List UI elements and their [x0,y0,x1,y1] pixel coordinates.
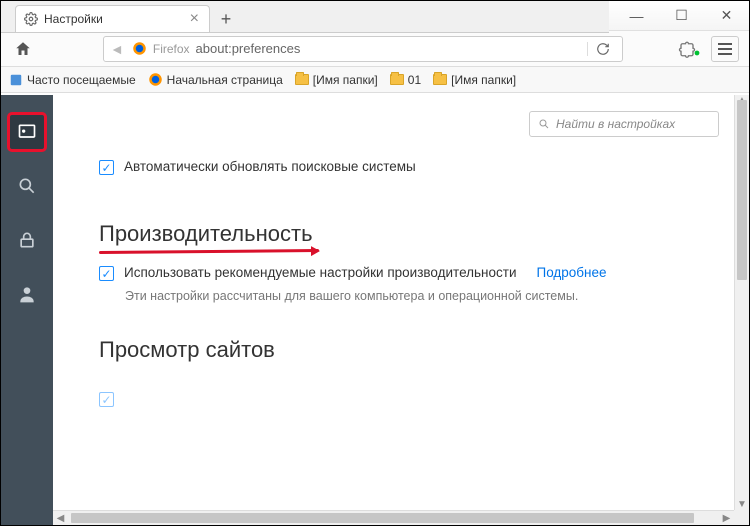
search-placeholder: Найти в настройках [556,117,675,131]
maximize-button[interactable]: ☐ [659,1,704,30]
annotation-underline [99,249,319,254]
auto-update-engines-checkbox[interactable]: ✓ [99,160,114,175]
content-area: Найти в настройках ✓ Автоматически обнов… [1,95,749,525]
back-icon[interactable]: ◄ [108,41,126,57]
tab-close-icon[interactable]: × [188,10,201,28]
reload-button[interactable] [587,42,618,56]
folder-icon [295,74,309,85]
folder-icon [433,74,447,85]
minimize-button[interactable]: — [614,1,659,30]
preferences-main: Найти в настройках ✓ Автоматически обнов… [53,95,749,525]
sidebar-item-general[interactable] [10,115,44,149]
auto-update-engines-row: ✓ Автоматически обновлять поисковые сист… [99,159,719,175]
preferences-search-input[interactable]: Найти в настройках [529,111,719,137]
home-button[interactable] [11,37,35,61]
browsing-heading: Просмотр сайтов [99,337,275,363]
horizontal-scroll-thumb[interactable] [71,513,694,523]
url-text: about:preferences [196,41,581,56]
url-brand-label: Firefox [153,42,190,56]
bookmark-startpage[interactable]: Начальная страница [148,72,283,87]
folder-icon [390,74,404,85]
bookmarks-toolbar: Часто посещаемые Начальная страница [Имя… [1,67,749,93]
sidebar-item-privacy[interactable] [10,223,44,257]
new-tab-button[interactable]: + [212,6,240,32]
search-icon [538,118,550,130]
perf-recommended-label: Использовать рекомендуемые настройки про… [124,265,516,280]
browsing-checkbox-partial[interactable]: ✓ [99,392,114,407]
extensions-icon[interactable] [678,40,701,58]
close-button[interactable]: ✕ [704,1,749,30]
sidebar-item-search[interactable] [10,169,44,203]
tab-strip: Настройки × + [1,1,609,33]
browsing-row-partial: ✓ [99,391,719,407]
bookmark-frequent[interactable]: Часто посещаемые [9,73,136,87]
url-bar[interactable]: ◄ Firefox about:preferences [103,36,623,62]
vertical-scrollbar[interactable]: ▲ ▼ [734,95,749,510]
horizontal-scrollbar[interactable]: ◀ ▶ [53,510,734,525]
perf-hint-text: Эти настройки рассчитаны для вашего комп… [125,289,719,303]
sidebar-item-account[interactable] [10,277,44,311]
scroll-corner [734,510,749,525]
auto-update-engines-label: Автоматически обновлять поисковые систем… [124,159,416,174]
perf-recommended-checkbox[interactable]: ✓ [99,266,114,281]
browser-window: Настройки × + — ☐ ✕ ◄ Firefox about:pref… [0,0,750,526]
performance-heading: Производительность [99,221,313,247]
bookmark-folder-1[interactable]: [Имя папки] [295,73,378,87]
perf-learn-more-link[interactable]: Подробнее [536,265,606,280]
menu-button[interactable] [711,36,739,62]
perf-recommended-row: ✓ Использовать рекомендуемые настройки п… [99,265,719,281]
bookmark-star-icon [9,73,23,87]
gear-icon [24,12,38,26]
bookmark-folder-3[interactable]: [Имя папки] [433,73,516,87]
scroll-left-icon[interactable]: ◀ [53,511,68,525]
tab-preferences[interactable]: Настройки × [15,5,210,32]
scroll-right-icon[interactable]: ▶ [719,511,734,525]
nav-toolbar: ◄ Firefox about:preferences [1,31,749,67]
firefox-logo-icon [132,41,147,56]
bookmark-folder-2[interactable]: 01 [390,73,421,87]
vertical-scroll-thumb[interactable] [737,100,747,280]
tab-title: Настройки [44,12,103,26]
firefox-logo-icon [148,72,163,87]
preferences-sidebar [1,95,53,525]
